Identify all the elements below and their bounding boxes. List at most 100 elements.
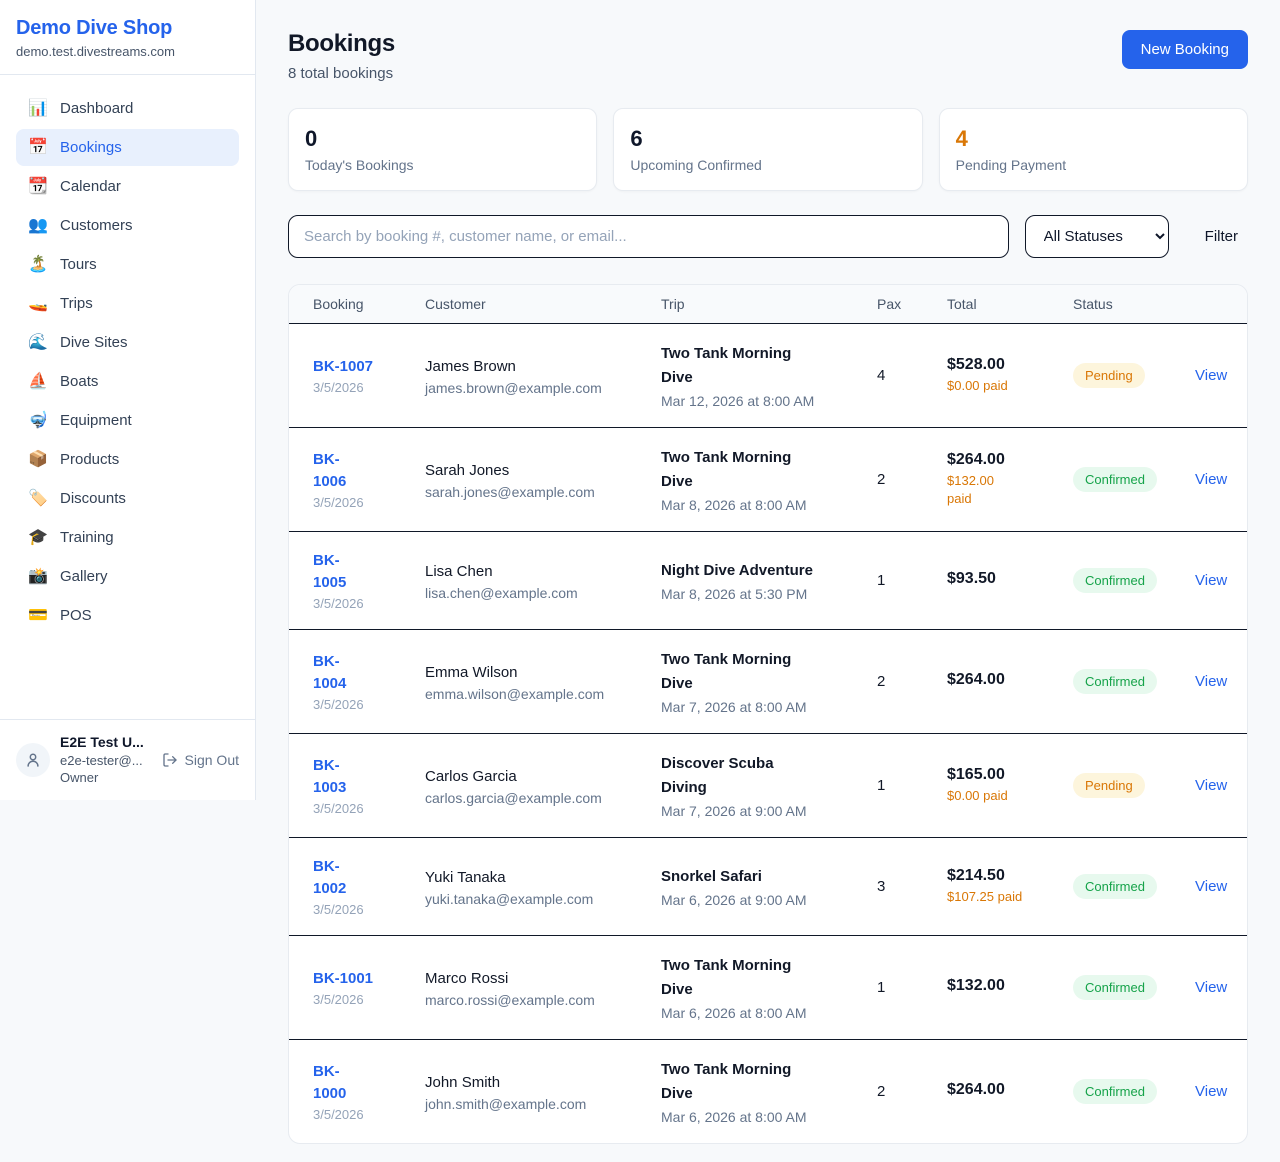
page-header: Bookings 8 total bookings New Booking — [288, 30, 1248, 82]
trip-datetime: Mar 6, 2026 at 9:00 AM — [661, 892, 877, 908]
status-badge: Pending — [1073, 363, 1145, 388]
view-link[interactable]: View — [1195, 572, 1229, 589]
table-row: BK- 1006 3/5/2026 Sarah Jones sarah.jone… — [289, 428, 1247, 532]
view-link[interactable]: View — [1195, 367, 1229, 384]
speedboat-icon: 🚤 — [28, 296, 48, 312]
sidebar-item-boats[interactable]: ⛵ Boats — [16, 363, 239, 400]
paid-amount: $132.00 paid — [947, 472, 1073, 508]
total-amount: $165.00 — [947, 766, 1073, 784]
trip-datetime: Mar 12, 2026 at 8:00 AM — [661, 393, 877, 409]
sidebar-item-training[interactable]: 🎓 Training — [16, 519, 239, 556]
view-link[interactable]: View — [1195, 1083, 1229, 1100]
trip-datetime: Mar 8, 2026 at 5:30 PM — [661, 586, 877, 602]
calendar-icon: 📅 — [28, 140, 48, 156]
bookings-table: Booking Customer Trip Pax Total Status B… — [288, 284, 1248, 1144]
stat-label: Pending Payment — [956, 157, 1231, 173]
sign-out-label: Sign Out — [185, 752, 239, 768]
booking-id-link[interactable]: BK-1007 — [313, 356, 425, 378]
sidebar-item-dashboard[interactable]: 📊 Dashboard — [16, 90, 239, 127]
search-input[interactable] — [288, 215, 1009, 258]
package-icon: 📦 — [28, 452, 48, 468]
sidebar-item-label: Dive Sites — [60, 334, 128, 351]
sidebar-item-label: Customers — [60, 217, 133, 234]
pax-count: 2 — [877, 1083, 947, 1100]
sidebar-item-label: Dashboard — [60, 100, 133, 117]
tag-icon: 🏷️ — [28, 491, 48, 507]
booking-id-link[interactable]: BK-1001 — [313, 968, 425, 990]
booking-id-link[interactable]: BK- 1005 — [313, 550, 425, 594]
table-row: BK- 1000 3/5/2026 John Smith john.smith@… — [289, 1040, 1247, 1143]
stat-cards: 0 Today's Bookings 6 Upcoming Confirmed … — [288, 108, 1248, 191]
customer-name: James Brown — [425, 356, 661, 378]
status-filter-select[interactable]: All Statuses — [1025, 215, 1169, 258]
user-panel: E2E Test U... e2e-tester@... Owner Sign … — [0, 719, 255, 800]
booking-id-link[interactable]: BK- 1002 — [313, 856, 425, 900]
trip-datetime: Mar 8, 2026 at 8:00 AM — [661, 497, 877, 513]
sidebar-item-equipment[interactable]: 🤿 Equipment — [16, 402, 239, 439]
table-row: BK- 1002 3/5/2026 Yuki Tanaka yuki.tanak… — [289, 838, 1247, 936]
sidebar-item-tours[interactable]: 🏝️ Tours — [16, 246, 239, 283]
status-badge: Confirmed — [1073, 467, 1157, 492]
sidebar-item-gallery[interactable]: 📸 Gallery — [16, 558, 239, 595]
status-badge: Confirmed — [1073, 975, 1157, 1000]
trip-datetime: Mar 6, 2026 at 8:00 AM — [661, 1005, 877, 1021]
view-link[interactable]: View — [1195, 979, 1229, 996]
booking-id-link[interactable]: BK- 1004 — [313, 651, 425, 695]
pax-count: 1 — [877, 979, 947, 996]
table-row: BK- 1003 3/5/2026 Carlos Garcia carlos.g… — [289, 734, 1247, 838]
view-link[interactable]: View — [1195, 878, 1229, 895]
main-content: Bookings 8 total bookings New Booking 0 … — [256, 0, 1280, 1144]
sidebar-item-pos[interactable]: 💳 POS — [16, 597, 239, 634]
pax-count: 3 — [877, 878, 947, 895]
booking-id-link[interactable]: BK- 1003 — [313, 755, 425, 799]
table-row: BK- 1004 3/5/2026 Emma Wilson emma.wilso… — [289, 630, 1247, 734]
people-icon: 👥 — [28, 218, 48, 234]
pax-count: 1 — [877, 572, 947, 589]
trip-name: Two Tank Morning Dive — [661, 648, 877, 696]
credit-card-icon: 💳 — [28, 608, 48, 624]
sidebar-item-label: POS — [60, 607, 92, 624]
customer-name: Carlos Garcia — [425, 766, 661, 788]
status-badge: Confirmed — [1073, 669, 1157, 694]
sidebar-item-bookings[interactable]: 📅 Bookings — [16, 129, 239, 166]
user-name: E2E Test U... — [60, 733, 152, 752]
view-link[interactable]: View — [1195, 673, 1229, 690]
status-badge: Confirmed — [1073, 874, 1157, 899]
customer-email: james.brown@example.com — [425, 380, 661, 396]
new-booking-button[interactable]: New Booking — [1122, 30, 1248, 69]
sidebar-nav: 📊 Dashboard 📅 Bookings 📆 Calendar 👥 Cust… — [0, 75, 255, 651]
sidebar-item-customers[interactable]: 👥 Customers — [16, 207, 239, 244]
sidebar-item-label: Calendar — [60, 178, 121, 195]
column-header-trip: Trip — [661, 296, 877, 312]
sign-out-button[interactable]: Sign Out — [162, 752, 239, 768]
sidebar-item-calendar[interactable]: 📆 Calendar — [16, 168, 239, 205]
sidebar-item-label: Boats — [60, 373, 98, 390]
view-link[interactable]: View — [1195, 471, 1229, 488]
sidebar-item-dive-sites[interactable]: 🌊 Dive Sites — [16, 324, 239, 361]
sidebar-item-discounts[interactable]: 🏷️ Discounts — [16, 480, 239, 517]
booking-id-link[interactable]: BK- 1006 — [313, 449, 425, 493]
status-badge: Confirmed — [1073, 568, 1157, 593]
island-icon: 🏝️ — [28, 257, 48, 273]
stat-value: 0 — [305, 126, 580, 152]
trip-name: Night Dive Adventure — [661, 559, 877, 583]
user-role: Owner — [60, 769, 152, 787]
sidebar-item-label: Training — [60, 529, 114, 546]
pax-count: 2 — [877, 471, 947, 488]
sailboat-icon: ⛵ — [28, 374, 48, 390]
sidebar-item-label: Gallery — [60, 568, 108, 585]
trip-name: Two Tank Morning Dive — [661, 1058, 877, 1106]
pax-count: 2 — [877, 673, 947, 690]
filter-button[interactable]: Filter — [1195, 222, 1248, 251]
paid-amount: $107.25 paid — [947, 888, 1073, 906]
booking-id-link[interactable]: BK- 1000 — [313, 1061, 425, 1105]
sidebar-item-products[interactable]: 📦 Products — [16, 441, 239, 478]
tear-off-calendar-icon: 📆 — [28, 179, 48, 195]
total-amount: $214.50 — [947, 867, 1073, 885]
customer-email: yuki.tanaka@example.com — [425, 891, 661, 907]
sidebar-item-trips[interactable]: 🚤 Trips — [16, 285, 239, 322]
sidebar-item-label: Discounts — [60, 490, 126, 507]
booking-date: 3/5/2026 — [313, 697, 425, 712]
view-link[interactable]: View — [1195, 777, 1229, 794]
status-badge: Pending — [1073, 773, 1145, 798]
